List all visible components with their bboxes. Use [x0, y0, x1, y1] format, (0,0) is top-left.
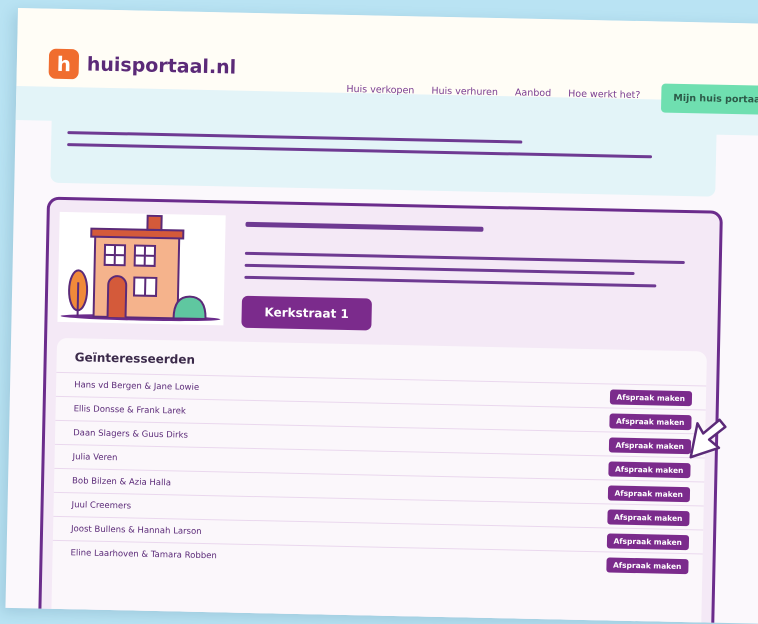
portal-page: h huisportaal.nl Huis verkopen Huis verh…: [5, 8, 758, 624]
row-name: Juul Creemers: [71, 500, 131, 511]
appointment-button[interactable]: Afspraak maken: [608, 461, 691, 478]
placeholder-line: [67, 131, 522, 144]
row-name: Daan Slagers & Guus Dirks: [73, 428, 188, 440]
appointment-button[interactable]: Afspraak maken: [608, 437, 691, 454]
placeholder-line: [245, 222, 483, 232]
logo[interactable]: h huisportaal.nl: [49, 49, 237, 83]
row-name: Julia Veren: [72, 452, 117, 463]
appointment-button[interactable]: Afspraak maken: [607, 485, 690, 502]
pointer-arrow-icon: [689, 417, 730, 462]
appointment-button[interactable]: Afspraak maken: [606, 557, 689, 574]
row-name: Eline Laarhoven & Tamara Robben: [70, 548, 216, 561]
my-portal-button[interactable]: Mijn huis portaal: [661, 83, 758, 114]
nav-huis-verhuren[interactable]: Huis verhuren: [431, 86, 498, 98]
nav-aanbod[interactable]: Aanbod: [515, 87, 551, 99]
placeholder-line: [245, 264, 635, 275]
appointment-button[interactable]: Afspraak maken: [609, 389, 692, 406]
house-illustration: [57, 212, 225, 325]
placeholder-line: [244, 276, 656, 288]
address-button[interactable]: Kerkstraat 1: [241, 296, 372, 331]
appointment-button[interactable]: Afspraak maken: [607, 509, 690, 526]
row-name: Hans vd Bergen & Jane Lowie: [74, 380, 199, 393]
placeholder-line: [67, 143, 652, 158]
row-name: Bob Bilzen & Azia Halla: [72, 476, 171, 488]
appointment-button[interactable]: Afspraak maken: [609, 413, 692, 430]
logo-text: huisportaal.nl: [87, 53, 237, 78]
interested-list: Geïnteresseerden Hans vd Bergen & Jane L…: [51, 338, 707, 624]
row-name: Joost Bullens & Hannah Larson: [71, 524, 202, 537]
list-title: Geïnteresseerden: [75, 350, 196, 367]
property-card: Kerkstraat 1 Geïnteresseerden Hans vd Be…: [38, 197, 723, 624]
appointment-button[interactable]: Afspraak maken: [606, 533, 689, 550]
placeholder-line: [245, 252, 685, 264]
hero-panel: [50, 117, 716, 197]
row-name: Ellis Donsse & Frank Larek: [74, 404, 186, 416]
nav-hoe-werkt-het[interactable]: Hoe werkt het?: [568, 89, 640, 102]
house-icon: [57, 212, 225, 325]
nav-huis-verkopen[interactable]: Huis verkopen: [346, 84, 414, 96]
logo-mark: h: [49, 49, 80, 80]
